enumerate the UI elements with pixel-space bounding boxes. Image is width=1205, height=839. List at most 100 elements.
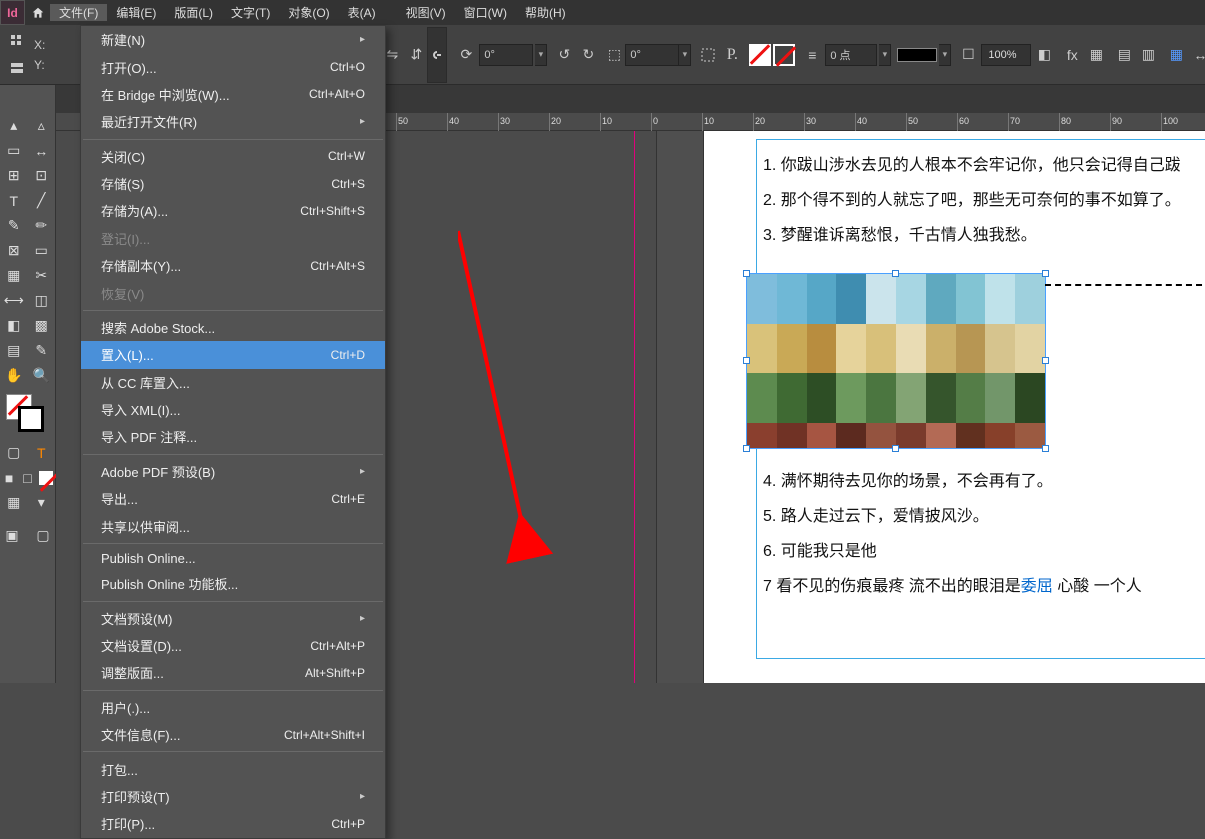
rotate-ccw-icon[interactable]: ↺	[553, 44, 575, 66]
tool-preview2[interactable]: ▢	[31, 523, 55, 548]
menu-layout[interactable]: 版面(L)	[165, 4, 222, 21]
strokew-dd[interactable]: ▾	[879, 44, 891, 66]
mi-open[interactable]: 打开(O)...Ctrl+O	[81, 53, 385, 80]
mi-save[interactable]: 存储(S)Ctrl+S	[81, 170, 385, 197]
mi-docpreset[interactable]: 文档预设(M)	[81, 605, 385, 632]
drop1-icon[interactable]: ▦	[1085, 44, 1107, 66]
mi-pdfpreset[interactable]: Adobe PDF 预设(B)	[81, 458, 385, 485]
menu-help[interactable]: 帮助(H)	[516, 4, 575, 21]
tool-note[interactable]: ▤	[0, 338, 28, 363]
tool-type[interactable]: T	[0, 188, 28, 213]
mi-importpdf[interactable]: 导入 PDF 注释...	[81, 423, 385, 450]
mi-docsetup[interactable]: 文档设置(D)...Ctrl+Alt+P	[81, 632, 385, 659]
mi-saveas[interactable]: 存储为(A)...Ctrl+Shift+S	[81, 197, 385, 224]
tool-apply-none[interactable]	[37, 465, 55, 490]
tool-apply-white[interactable]: □	[18, 465, 36, 490]
flip-v-icon[interactable]: ⇵	[405, 44, 427, 66]
tool-direct[interactable]: ▵	[28, 113, 56, 138]
tool-free[interactable]: ◫	[28, 288, 56, 313]
tool-format-container[interactable]: ▢	[0, 440, 28, 465]
tool-preview[interactable]: ▣	[0, 523, 24, 548]
text-line: 4. 满怀期待去见你的场景，不会再有了。	[763, 467, 1200, 491]
tool-content2[interactable]: ⊡	[28, 163, 56, 188]
tool-zoom[interactable]: 🔍	[28, 363, 56, 388]
mi-importxml[interactable]: 导入 XML(I)...	[81, 396, 385, 423]
tool-format-text[interactable]: T	[28, 440, 56, 465]
tool-line[interactable]: ╱	[28, 188, 56, 213]
stroke-icon[interactable]	[773, 44, 795, 66]
stroke-weight[interactable]: 0 点	[825, 44, 877, 66]
opacity[interactable]: 100%	[981, 44, 1031, 66]
apply-icon[interactable]: ◧	[1033, 44, 1055, 66]
tool-grid[interactable]: ▦	[0, 263, 28, 288]
wrap2-icon[interactable]: ▥	[1137, 44, 1159, 66]
stroke-dd[interactable]: ▾	[939, 44, 951, 66]
mi-stock[interactable]: 搜索 Adobe Stock...	[81, 314, 385, 341]
mi-browse[interactable]: 在 Bridge 中浏览(W)...Ctrl+Alt+O	[81, 81, 385, 108]
menu-edit[interactable]: 编辑(E)	[107, 4, 165, 21]
rotate-input[interactable]: 0°	[479, 44, 533, 66]
mi-close[interactable]: 关闭(C)Ctrl+W	[81, 143, 385, 170]
tool-rect[interactable]: ▭	[28, 238, 56, 263]
mi-cclib[interactable]: 从 CC 库置入...	[81, 369, 385, 396]
menu-window[interactable]: 窗口(W)	[455, 4, 516, 21]
mi-share[interactable]: 共享以供审阅...	[81, 512, 385, 539]
tool-apply-black[interactable]: ■	[0, 465, 18, 490]
mi-export[interactable]: 导出...Ctrl+E	[81, 485, 385, 512]
tool-hand[interactable]: ✋	[0, 363, 28, 388]
tool-rect-frame[interactable]: ⊠	[0, 238, 28, 263]
grid-icon[interactable]: ▦	[1165, 44, 1187, 66]
ruler-label: 90	[1112, 116, 1122, 126]
tool-swatch[interactable]: ▩	[28, 313, 56, 338]
mi-fileinfo[interactable]: 文件信息(F)...Ctrl+Alt+Shift+I	[81, 721, 385, 748]
menu-object[interactable]: 对象(O)	[279, 4, 338, 21]
fx-none-icon[interactable]: ☐	[957, 44, 979, 66]
mi-user[interactable]: 用户(.)...	[81, 694, 385, 721]
tool-page[interactable]: ▭	[0, 138, 28, 163]
home-icon[interactable]	[25, 0, 50, 25]
props-icon2[interactable]	[6, 58, 28, 80]
tool-transform[interactable]: ⟷	[0, 288, 28, 313]
fill-icon[interactable]	[749, 44, 771, 66]
menu-table[interactable]: 表(A)	[339, 4, 385, 21]
fill-stroke-proxy[interactable]	[6, 394, 49, 434]
mi-package[interactable]: 打包...	[81, 755, 385, 782]
shear-icon: ⬚	[603, 44, 625, 66]
menu-type[interactable]: 文字(T)	[222, 4, 279, 21]
sel-bounds-icon[interactable]	[697, 44, 719, 66]
char-icon[interactable]: P.	[721, 44, 743, 66]
tool-selection[interactable]: ▴	[0, 113, 28, 138]
fx-icon[interactable]: fx	[1061, 44, 1083, 66]
tool-pencil[interactable]: ✏	[28, 213, 56, 238]
tool-pen[interactable]: ✎	[0, 213, 28, 238]
tool-view-mode[interactable]: ▦	[0, 490, 28, 515]
mi-pubonline[interactable]: Publish Online...	[81, 547, 385, 570]
mi-checkin: 登记(I)...	[81, 225, 385, 252]
mi-printpreset[interactable]: 打印预设(T)	[81, 783, 385, 810]
link-panel[interactable]	[427, 27, 447, 83]
menu-file[interactable]: 文件(F)	[50, 4, 107, 21]
tool-scissors[interactable]: ✂	[28, 263, 56, 288]
mi-place[interactable]: 置入(L)...Ctrl+D	[81, 341, 385, 368]
mi-print[interactable]: 打印(P)...Ctrl+P	[81, 810, 385, 837]
mi-pubpanel[interactable]: Publish Online 功能板...	[81, 570, 385, 597]
props-icon[interactable]	[6, 30, 28, 52]
rotate-cw-icon[interactable]: ↻	[577, 44, 599, 66]
menubar: 文件(F) 编辑(E) 版面(L) 文字(T) 对象(O) 表(A) 视图(V)…	[50, 4, 1205, 21]
shear-dd[interactable]: ▾	[679, 44, 691, 66]
tool-gap[interactable]: ↔	[28, 138, 56, 163]
mi-new[interactable]: 新建(N)	[81, 26, 385, 53]
placed-image[interactable]	[746, 273, 1046, 449]
rotate-dd[interactable]: ▾	[535, 44, 547, 66]
shear-input[interactable]: 0°	[625, 44, 679, 66]
mi-recent[interactable]: 最近打开文件(R)	[81, 108, 385, 135]
tool-content[interactable]: ⊞	[0, 163, 28, 188]
tool-eyedrop[interactable]: ✎	[28, 338, 56, 363]
stroke-color[interactable]	[897, 48, 937, 62]
text-line: 2. 那个得不到的人就忘了吧，那些无可奈何的事不如算了。	[763, 186, 1200, 210]
tool-gradient[interactable]: ◧	[0, 313, 28, 338]
menu-view[interactable]: 视图(V)	[397, 4, 455, 21]
tool-view-dd[interactable]: ▾	[28, 490, 56, 515]
wrap1-icon[interactable]: ▤	[1113, 44, 1135, 66]
mi-savecopy[interactable]: 存储副本(Y)...Ctrl+Alt+S	[81, 252, 385, 279]
